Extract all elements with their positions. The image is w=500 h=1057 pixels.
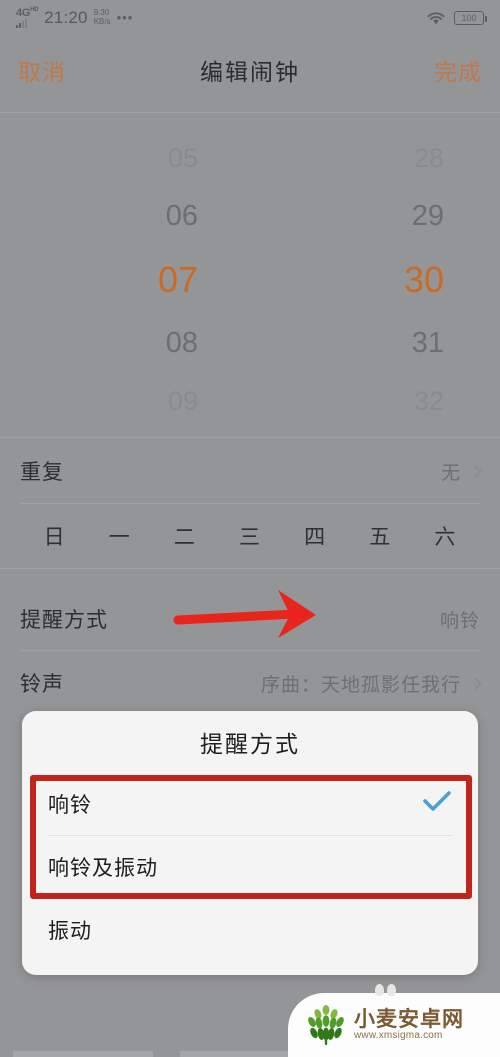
status-bar-left: 4G HD 21:20 9.30 KB/s ••• (16, 7, 134, 28)
time-picker[interactable]: 05 06 07 08 09 28 29 30 31 32 (0, 130, 500, 430)
repeat-row[interactable]: 重复 无 (0, 440, 500, 502)
wifi-icon (427, 12, 445, 25)
minute-option[interactable]: 32 (414, 386, 444, 417)
watermark-site-name: 小麦安卓网 (354, 1007, 464, 1031)
hour-wheel[interactable]: 05 06 07 08 09 (0, 130, 250, 430)
hour-option[interactable]: 06 (166, 200, 198, 233)
alert-mode-value: 响铃 (439, 610, 480, 632)
overflow-dots-icon: ••• (116, 10, 134, 25)
repeat-value: 无 (440, 462, 461, 484)
watermark-text: 小麦安卓网 www.xmsigma.com (354, 1007, 464, 1042)
dialog-option-ring-vibrate[interactable]: 响铃及振动 (22, 836, 478, 898)
phone-screen: 4G HD 21:20 9.30 KB/s ••• 100 取消 编辑闹钟 完成… (0, 0, 500, 1057)
minute-option[interactable]: 31 (412, 327, 444, 360)
hour-option[interactable]: 09 (168, 386, 198, 417)
dialog-option-vibrate[interactable]: 振动 (22, 899, 478, 961)
chevron-right-icon (469, 464, 482, 478)
hour-option[interactable]: 08 (166, 327, 198, 360)
dialog-option-label: 响铃及振动 (48, 857, 158, 880)
network-hd-label: HD (30, 7, 39, 13)
check-icon (422, 790, 452, 818)
status-bar-clock: 21:20 (44, 8, 88, 27)
signal-bars-icon (16, 19, 27, 28)
hour-option[interactable]: 05 (168, 143, 198, 174)
minute-option-selected[interactable]: 30 (404, 259, 444, 301)
weekday-fri[interactable]: 五 (369, 521, 391, 551)
ringtone-value: 序曲：天地孤影任我行 (260, 674, 461, 696)
ringtone-label: 铃声 (20, 673, 64, 696)
network-indicator: 4G HD (16, 7, 39, 28)
repeat-divider (20, 503, 480, 504)
dialog-option-ring[interactable]: 响铃 (22, 773, 478, 835)
done-button[interactable]: 完成 (434, 53, 482, 87)
ringtone-row[interactable]: 铃声 序曲：天地孤影任我行 (0, 652, 500, 714)
hour-option-selected[interactable]: 07 (158, 259, 198, 301)
ringtone-value-group: 序曲：天地孤影任我行 (260, 670, 482, 697)
network-speed-unit: KB/s (93, 16, 111, 26)
watermark-site-url: www.xmsigma.com (354, 1029, 443, 1041)
network-speed-indicator: 9.30 KB/s (93, 8, 111, 26)
alert-mode-dialog: 提醒方式 响铃 响铃及振动 振动 (22, 711, 478, 975)
weekday-mon[interactable]: 一 (109, 521, 131, 551)
chevron-right-icon (469, 676, 482, 690)
nav-back-stub[interactable] (13, 1051, 154, 1057)
cancel-button[interactable]: 取消 (18, 53, 66, 87)
dialog-option-label: 振动 (48, 920, 92, 943)
status-bar-right: 100 (425, 10, 487, 26)
minute-option[interactable]: 28 (414, 143, 444, 174)
weekday-divider (0, 568, 500, 569)
minute-wheel[interactable]: 28 29 30 31 32 (250, 130, 500, 430)
weekday-sun[interactable]: 日 (44, 521, 66, 551)
nav-divider (0, 112, 500, 113)
watermark-ears-decoration (375, 984, 396, 996)
alert-mode-label: 提醒方式 (20, 609, 108, 632)
weekday-tue[interactable]: 二 (174, 521, 196, 551)
repeat-value-group: 无 (440, 458, 482, 485)
page-title: 编辑闹钟 (200, 59, 300, 85)
dialog-title: 提醒方式 (200, 731, 300, 757)
weekday-selector[interactable]: 日 一 二 三 四 五 六 (0, 505, 500, 567)
wheat-logo-icon (308, 1005, 344, 1045)
annotation-arrow (173, 590, 316, 638)
battery-icon: 100 (454, 11, 487, 25)
dialog-option-label: 响铃 (48, 794, 92, 817)
navigation-bar: 取消 编辑闹钟 完成 (0, 40, 500, 100)
alert-mode-divider (20, 650, 480, 651)
battery-level-label: 100 (461, 13, 477, 23)
minute-option[interactable]: 29 (412, 200, 444, 233)
weekday-wed[interactable]: 三 (239, 521, 261, 551)
picker-divider (0, 437, 500, 438)
repeat-label: 重复 (20, 461, 64, 484)
weekday-sat[interactable]: 六 (434, 521, 456, 551)
status-bar: 4G HD 21:20 9.30 KB/s ••• 100 (0, 0, 500, 36)
watermark: 小麦安卓网 www.xmsigma.com (288, 984, 500, 1057)
weekday-thu[interactable]: 四 (304, 521, 326, 551)
network-type-label: 4G (16, 7, 31, 19)
